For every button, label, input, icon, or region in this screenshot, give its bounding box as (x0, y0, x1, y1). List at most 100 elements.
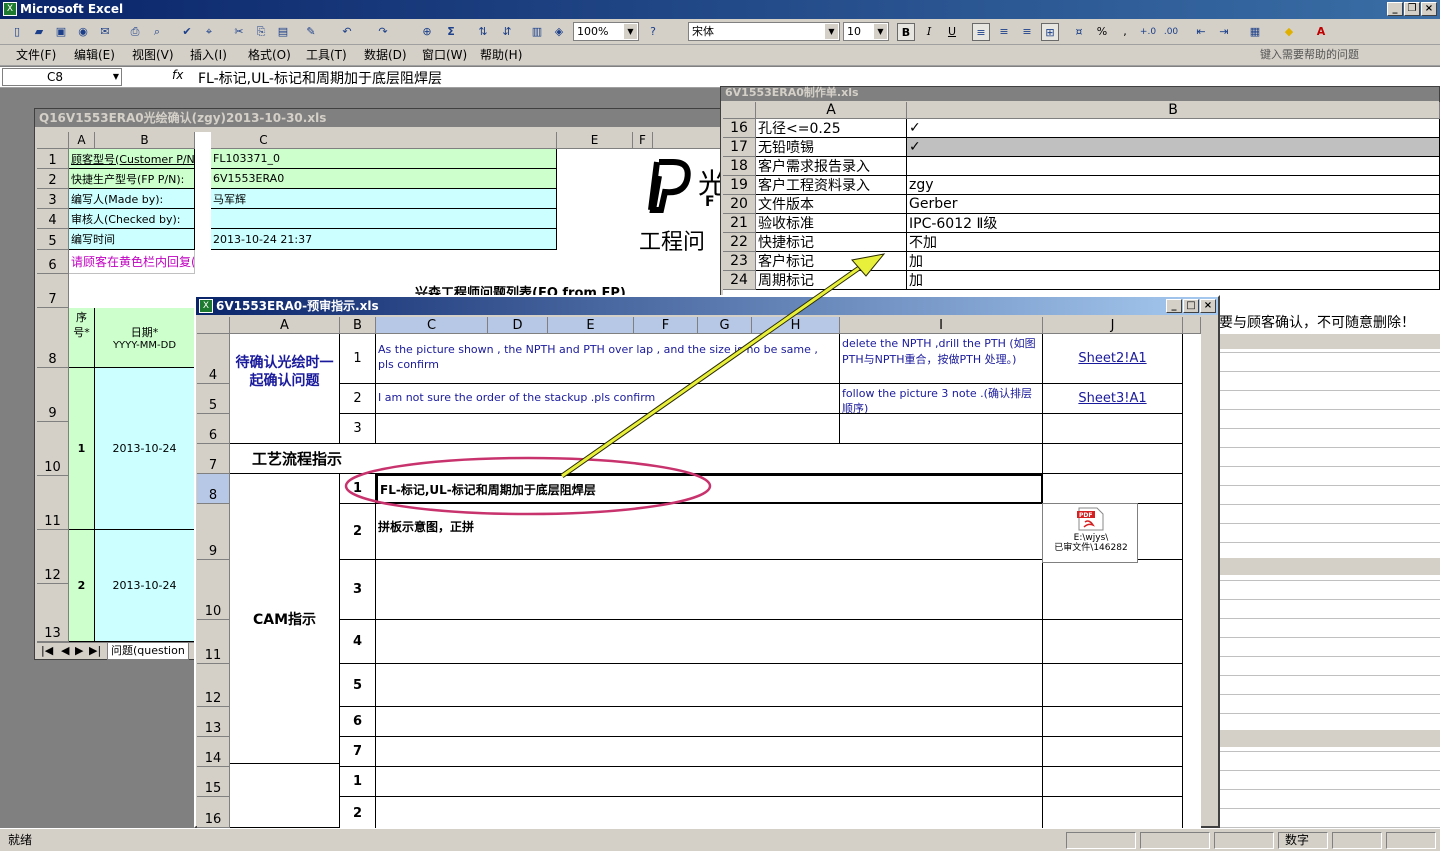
row-header[interactable]: 15 (197, 767, 230, 797)
increase-decimal-icon[interactable]: +.0 (1139, 23, 1157, 41)
name-box[interactable]: C8 ▼ (2, 68, 122, 86)
font-color-icon[interactable]: A (1312, 23, 1330, 41)
row-header[interactable]: 7 (37, 274, 69, 308)
sort-descending-icon[interactable]: ⇵ (498, 23, 516, 41)
row-header[interactable]: 3 (37, 189, 69, 209)
minimize-icon[interactable]: _ (1166, 299, 1182, 313)
field-value[interactable]: 马军辉 (211, 189, 557, 209)
row-header[interactable]: 13 (37, 584, 69, 642)
decrease-indent-icon[interactable]: ⇤ (1192, 23, 1210, 41)
answer-text[interactable]: delete the NPTH ,drill the PTH (如图PTH与NP… (840, 334, 1043, 384)
column-header-h[interactable]: H (752, 317, 840, 334)
restore-icon[interactable]: ❐ (1404, 2, 1420, 16)
sheet-tab-question[interactable]: 问题(question (107, 643, 189, 660)
row-header[interactable]: 11 (197, 620, 230, 664)
fill-color-icon[interactable]: ◆ (1280, 23, 1298, 41)
font-name-select[interactable]: 宋体 ▼ (688, 22, 840, 41)
tab-prev-icon[interactable]: ◀ (61, 643, 69, 659)
row-header[interactable]: 16 (723, 119, 756, 138)
column-header-f[interactable]: F (634, 317, 698, 334)
paste-icon[interactable]: ▤ (274, 23, 292, 41)
field-value[interactable]: 2013-10-24 21:37 (211, 229, 557, 250)
row-header[interactable]: 4 (197, 334, 230, 384)
spec-value[interactable]: IPC-6012 Ⅱ级 (907, 214, 1440, 233)
menu-tools[interactable]: 工具(T) (306, 47, 347, 64)
cam-instruction[interactable] (376, 707, 1043, 737)
autosum-icon[interactable]: Σ (442, 23, 460, 41)
empty-cell[interactable] (1043, 444, 1183, 474)
row-header[interactable]: 18 (723, 157, 756, 176)
column-header-i[interactable]: I (840, 317, 1043, 334)
spec-label[interactable]: 文件版本 (756, 195, 907, 214)
spec-label[interactable]: 无铅喷锡 (756, 138, 907, 157)
research-icon[interactable]: ⌖ (200, 23, 218, 41)
column-header-c[interactable]: C (376, 317, 488, 334)
spec-value[interactable]: 不加 (907, 233, 1440, 252)
cut-icon[interactable]: ✂ (230, 23, 248, 41)
menu-insert[interactable]: 插入(I) (190, 47, 227, 64)
instruction-cell[interactable] (376, 797, 1043, 828)
font-size-select[interactable]: 10 ▼ (843, 22, 889, 41)
row-header[interactable]: 11 (37, 476, 69, 530)
column-header-a[interactable]: A (756, 102, 907, 119)
print-preview-icon[interactable]: ⌕ (148, 23, 166, 41)
cam-instruction[interactable] (376, 560, 1043, 620)
field-value[interactable]: FL103371_0 (211, 149, 557, 169)
close-icon[interactable]: × (1421, 2, 1437, 16)
row-header[interactable]: 21 (723, 214, 756, 233)
undo-icon[interactable]: ↶ (338, 23, 356, 41)
tab-next-icon[interactable]: ▶ (75, 643, 83, 659)
column-header-b[interactable]: B (340, 317, 376, 334)
hyperlink-icon[interactable]: ⊕ (418, 23, 436, 41)
spec-value[interactable]: ✓ (907, 119, 1440, 138)
decrease-decimal-icon[interactable]: .00 (1162, 23, 1180, 41)
help-search-input[interactable]: 键入需要帮助的问题 (1260, 46, 1428, 64)
close-icon[interactable]: × (1200, 299, 1216, 313)
column-header-d[interactable]: D (488, 317, 548, 334)
column-header-a[interactable]: A (230, 317, 340, 334)
spec-label[interactable]: 客户工程资料录入 (756, 176, 907, 195)
menu-edit[interactable]: 编辑(E) (74, 47, 115, 64)
row-header[interactable]: 12 (197, 664, 230, 707)
instruction-cell[interactable] (376, 767, 1043, 797)
empty-cell[interactable] (1043, 414, 1183, 444)
menu-format[interactable]: 格式(O) (248, 47, 291, 64)
column-header-a[interactable]: A (69, 132, 95, 149)
row-header[interactable]: 10 (197, 560, 230, 620)
sheet-grid-left-upper[interactable]: C E F FL103371_0 6V1553ERA0 马军辉 2013-10-… (195, 132, 722, 296)
merge-center-icon[interactable]: ⊞ (1041, 23, 1059, 41)
menu-window[interactable]: 窗口(W) (422, 47, 467, 64)
align-right-icon[interactable]: ≡ (1018, 23, 1036, 41)
row-header[interactable]: 9 (37, 368, 69, 422)
empty-cell[interactable] (1043, 737, 1183, 767)
cam-instruction[interactable] (376, 664, 1043, 707)
chart-wizard-icon[interactable]: ▥ (528, 23, 546, 41)
column-header-g[interactable]: G (698, 317, 752, 334)
print-icon[interactable]: ⎙ (126, 23, 144, 41)
row-header[interactable]: 6 (197, 414, 230, 444)
borders-icon[interactable]: ▦ (1246, 23, 1264, 41)
empty-cell[interactable] (1043, 560, 1183, 620)
field-value[interactable]: 6V1553ERA0 (211, 169, 557, 189)
spec-label[interactable]: 孔径<=0.25 (756, 119, 907, 138)
menu-help[interactable]: 帮助(H) (480, 47, 522, 64)
row-header[interactable]: 24 (723, 271, 756, 290)
answer-text[interactable]: follow the picture 3 note .(确认排层顺序) (840, 384, 1043, 414)
spec-value[interactable]: zgy (907, 176, 1440, 195)
empty-cell[interactable] (1043, 707, 1183, 737)
pdf-attachment[interactable]: PDF E:\wjys\ 已审文件\146282 (1042, 503, 1138, 563)
row-header[interactable]: 19 (723, 176, 756, 195)
spec-label[interactable]: 验收标准 (756, 214, 907, 233)
copy-icon[interactable]: ⎘ (252, 23, 270, 41)
sheet-grid-front[interactable]: A B C D E F G H I J 4 5 6 7 8 9 10 11 12… (197, 317, 1201, 828)
menu-file[interactable]: 文件(F) (16, 47, 56, 64)
empty-cell[interactable] (1043, 664, 1183, 707)
save-icon[interactable]: ▣ (52, 23, 70, 41)
redo-icon[interactable]: ↷ (374, 23, 392, 41)
column-header-b[interactable]: B (95, 132, 195, 149)
tab-last-icon[interactable]: ▶| (89, 643, 101, 659)
cam-instruction[interactable] (376, 620, 1043, 664)
italic-button[interactable]: I (920, 23, 938, 41)
column-header-j[interactable]: J (1043, 317, 1183, 334)
sheet-link[interactable]: Sheet2!A1 (1043, 334, 1183, 384)
